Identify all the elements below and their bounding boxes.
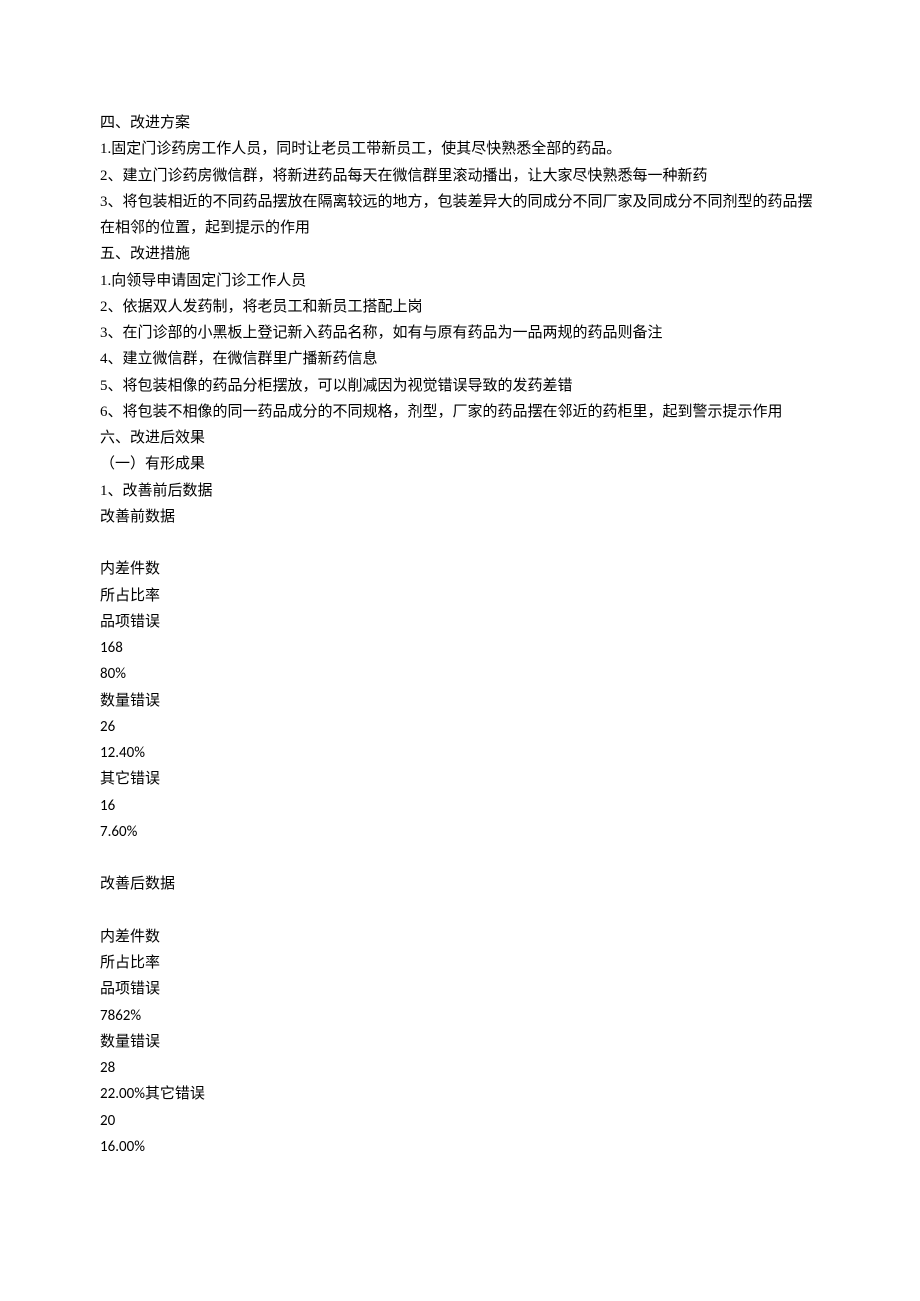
data-label: 所占比率 xyxy=(100,950,820,976)
data-value: 12.40% xyxy=(100,740,820,766)
body-text: 3、将包装相近的不同药品摆放在隔离较远的地方，包装差异大的同成分不同厂家及同成分… xyxy=(100,189,820,242)
data-value: 28 xyxy=(100,1055,820,1081)
data-value: 22.00% xyxy=(100,1085,145,1103)
body-text: 1、改善前后数据 xyxy=(100,478,820,504)
data-value: 16 xyxy=(100,793,820,819)
blank-line xyxy=(100,845,820,871)
section-6-heading: 六、改进后效果 xyxy=(100,425,820,451)
body-text: 1.固定门诊药房工作人员，同时让老员工带新员工，使其尽快熟悉全部的药品。 xyxy=(100,136,820,162)
data-value: 7.60% xyxy=(100,819,820,845)
blank-line xyxy=(100,530,820,556)
data-label: 数量错误 xyxy=(100,1029,820,1055)
data-label: 内差件数 xyxy=(100,924,820,950)
body-text: 6、将包装不相像的同一药品成分的不同规格，剂型，厂家的药品摆在邻近的药柜里，起到… xyxy=(100,399,820,425)
document-page: 四、改进方案 1.固定门诊药房工作人员，同时让老员工带新员工，使其尽快熟悉全部的… xyxy=(0,0,920,1220)
data-value: 26 xyxy=(100,714,820,740)
body-text: 4、建立微信群，在微信群里广播新药信息 xyxy=(100,346,820,372)
data-mixed-line: 22.00%其它错误 xyxy=(100,1081,820,1107)
data-after-title: 改善后数据 xyxy=(100,871,820,897)
section-5-heading: 五、改进措施 xyxy=(100,241,820,267)
data-label: 数量错误 xyxy=(100,688,820,714)
data-value: 80% xyxy=(100,661,820,687)
body-text: 5、将包装相像的药品分柜摆放，可以削减因为视觉错误导致的发药差错 xyxy=(100,373,820,399)
data-value: 168 xyxy=(100,635,820,661)
blank-line xyxy=(100,898,820,924)
subsection-heading: （一）有形成果 xyxy=(100,451,820,477)
section-4-heading: 四、改进方案 xyxy=(100,110,820,136)
body-text: 2、建立门诊药房微信群，将新进药品每天在微信群里滚动播出，让大家尽快熟悉每一种新… xyxy=(100,163,820,189)
data-label: 其它错误 xyxy=(145,1086,205,1102)
data-value: 7862% xyxy=(100,1003,820,1029)
data-label: 品项错误 xyxy=(100,976,820,1002)
data-label: 内差件数 xyxy=(100,556,820,582)
body-text: 1.向领导申请固定门诊工作人员 xyxy=(100,268,820,294)
data-label: 品项错误 xyxy=(100,609,820,635)
data-before-title: 改善前数据 xyxy=(100,504,820,530)
data-label: 所占比率 xyxy=(100,583,820,609)
data-value: 20 xyxy=(100,1108,820,1134)
data-value: 16.00% xyxy=(100,1134,820,1160)
body-text: 3、在门诊部的小黑板上登记新入药品名称，如有与原有药品为一品两规的药品则备注 xyxy=(100,320,820,346)
body-text: 2、依据双人发药制，将老员工和新员工搭配上岗 xyxy=(100,294,820,320)
data-label: 其它错误 xyxy=(100,766,820,792)
